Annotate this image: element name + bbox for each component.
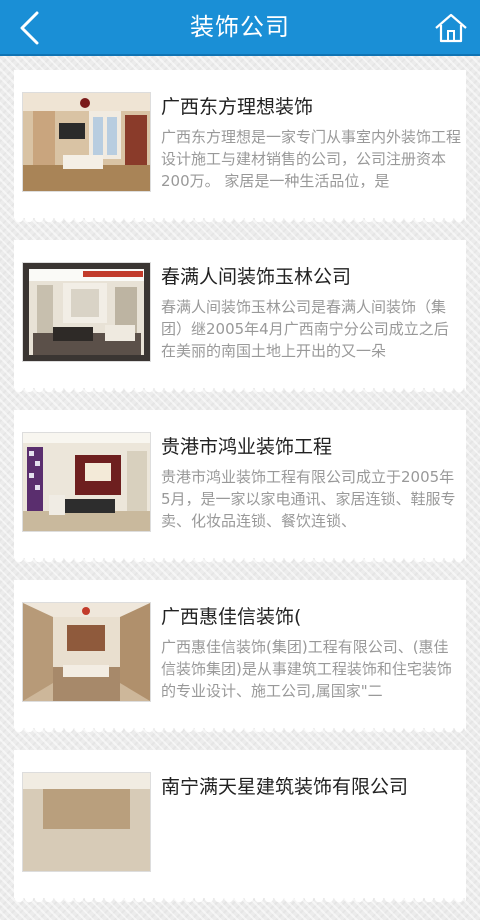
list-item[interactable]: 广西东方理想装饰 广西东方理想是一家专门从事室内外装饰工程设计施工与建材销售的公… <box>14 70 466 224</box>
company-thumbnail <box>22 92 151 192</box>
company-description: 贵港市鸿业装饰工程有限公司成立于2005年5月，是一家以家电通讯、家居连锁、鞋服… <box>161 468 456 530</box>
company-thumbnail <box>22 432 151 532</box>
company-thumbnail <box>22 602 151 702</box>
company-description <box>161 806 461 872</box>
app-header: 装饰公司 <box>0 0 480 56</box>
company-name: 广西惠佳信装饰( <box>161 606 302 628</box>
home-button[interactable] <box>432 9 470 47</box>
page-title: 装饰公司 <box>190 13 290 41</box>
company-thumbnail <box>22 772 151 872</box>
list-item[interactable]: 广西惠佳信装饰( 广西惠佳信装饰(集团)工程有限公司、(惠佳信装饰集团)是从事建… <box>14 580 466 734</box>
company-name: 春满人间装饰玉林公司 <box>161 266 352 288</box>
company-name: 南宁满天星建筑装饰有限公司 <box>161 776 409 798</box>
home-icon <box>435 13 467 43</box>
company-description: 广西东方理想是一家专门从事室内外装饰工程设计施工与建材销售的公司，公司注册资本2… <box>161 128 461 190</box>
company-name: 广西东方理想装饰 <box>161 96 314 118</box>
company-name: 贵港市鸿业装饰工程 <box>161 436 333 458</box>
company-description: 春满人间装饰玉林公司是春满人间装饰（集团）继2005年4月广西南宁分公司成立之后… <box>161 298 449 360</box>
company-thumbnail <box>22 262 151 362</box>
list-item[interactable]: 贵港市鸿业装饰工程 贵港市鸿业装饰工程有限公司成立于2005年5月，是一家以家电… <box>14 410 466 564</box>
company-list: 广西东方理想装饰 广西东方理想是一家专门从事室内外装饰工程设计施工与建材销售的公… <box>14 70 466 920</box>
list-item[interactable]: 春满人间装饰玉林公司 春满人间装饰玉林公司是春满人间装饰（集团）继2005年4月… <box>14 240 466 394</box>
company-description: 广西惠佳信装饰(集团)工程有限公司、(惠佳信装饰集团)是从事建筑工程装饰和住宅装… <box>161 638 452 700</box>
list-item[interactable]: 南宁满天星建筑装饰有限公司 <box>14 750 466 904</box>
